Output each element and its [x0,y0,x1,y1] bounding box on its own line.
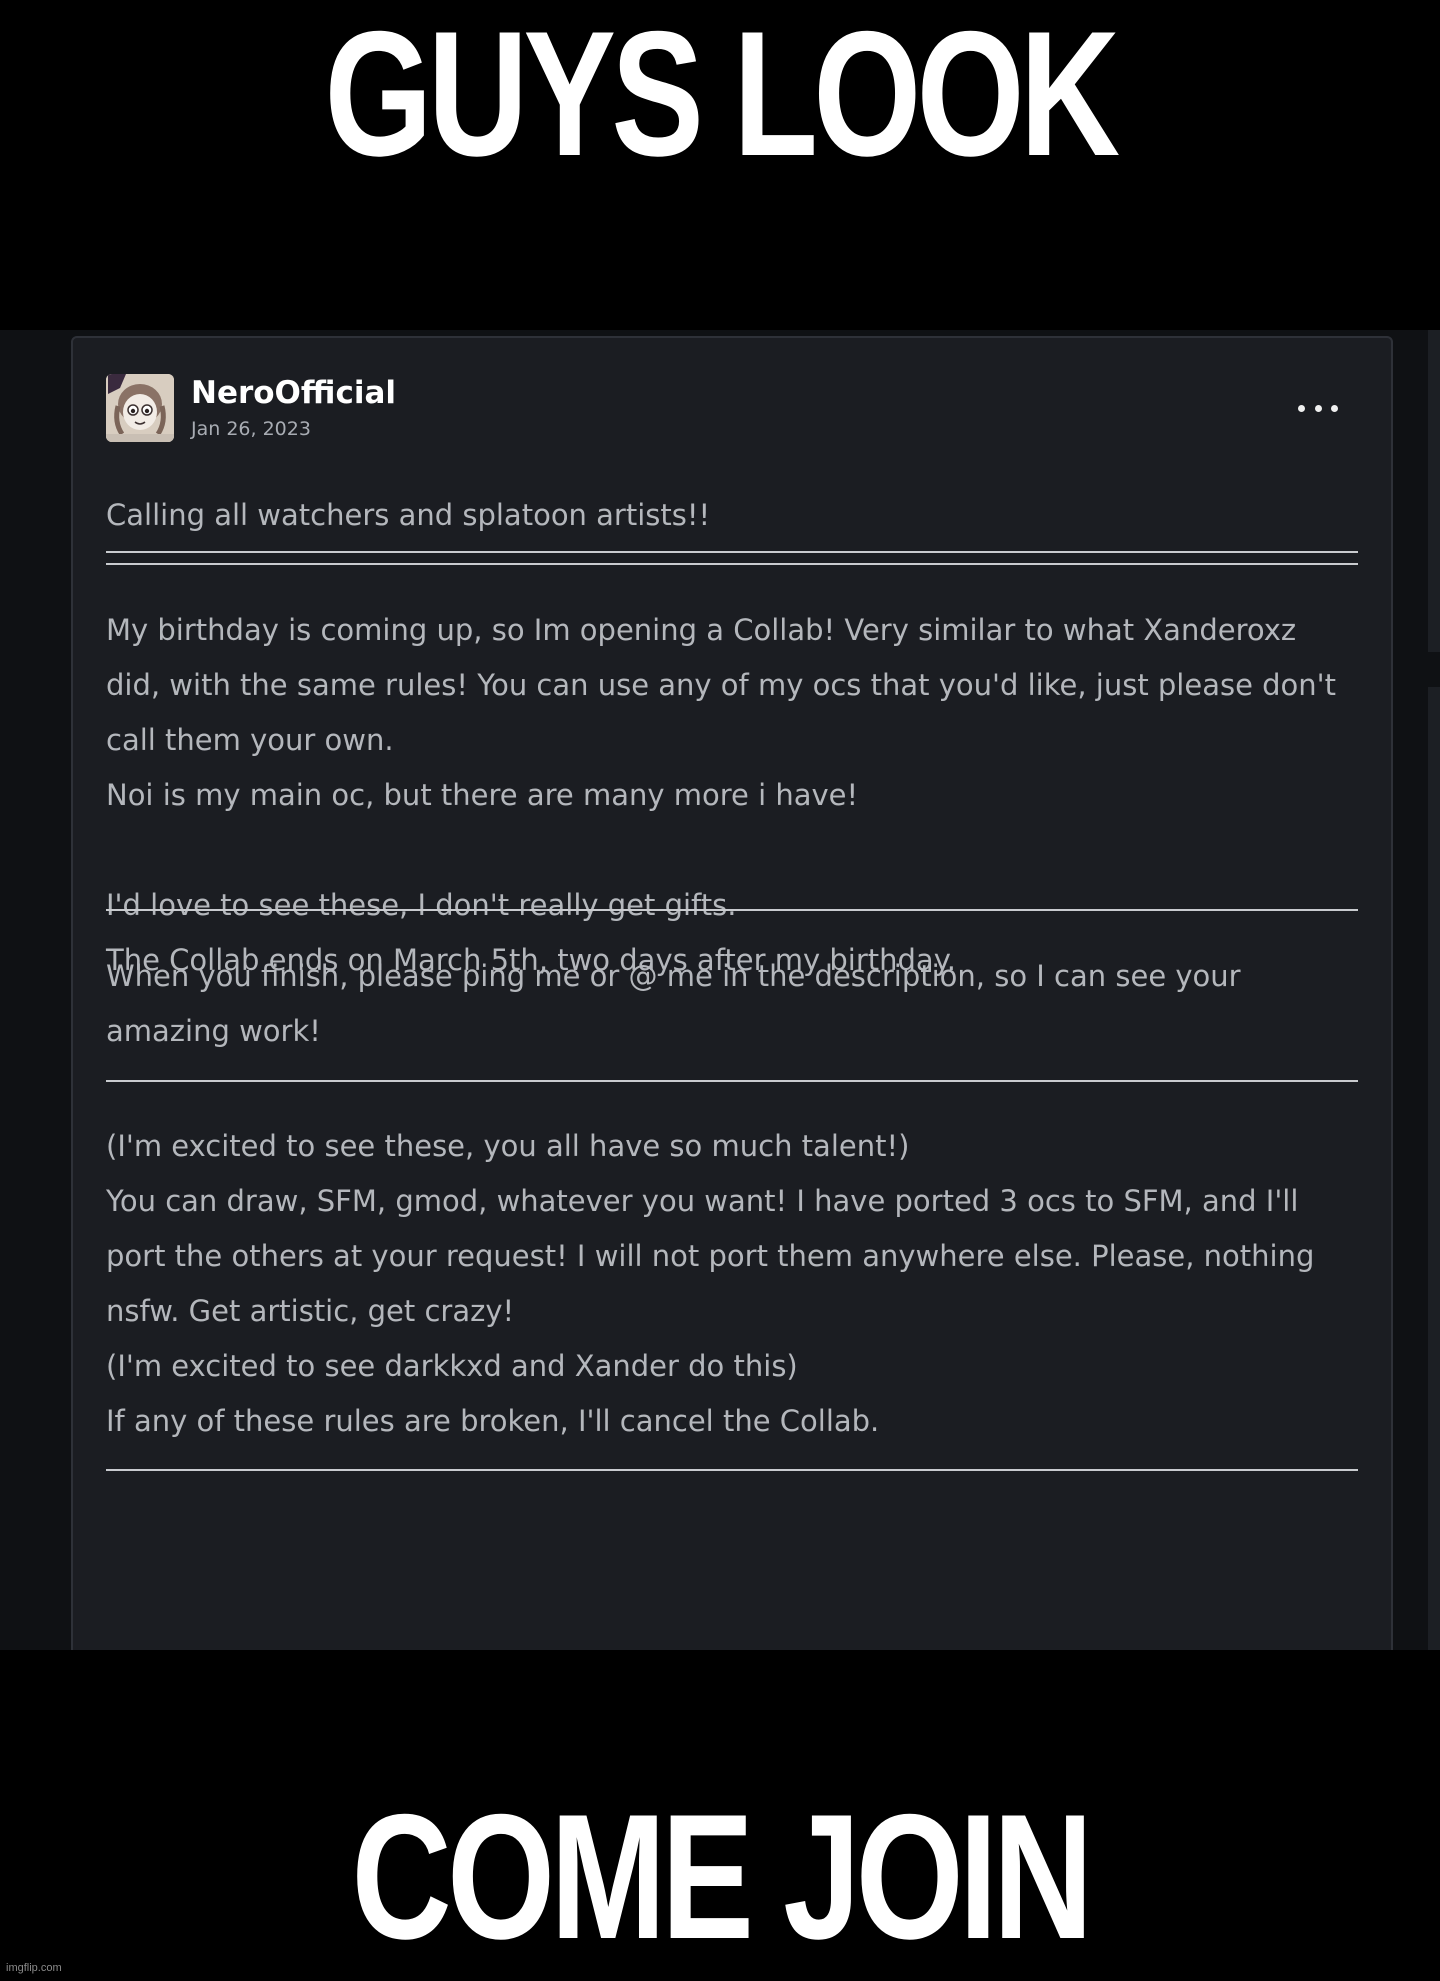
post-date: Jan 26, 2023 [191,418,311,440]
divider [106,909,1358,911]
bottom-caption: COME JOIN [351,1777,1093,1976]
post-section-1: My birthday is coming up, so Im opening … [106,613,1337,977]
more-options-button[interactable] [1298,396,1338,420]
scrollbar-track[interactable] [1428,687,1440,1650]
avatar-image-icon [106,374,174,442]
post-card: NeroOfficial Jan 26, 2023 Calling all wa… [71,336,1393,1650]
watermark: imgflip.com [6,1962,62,1974]
divider [106,1080,1358,1082]
post-intro: Calling all watchers and splatoon artist… [106,498,711,532]
divider [106,563,1358,565]
author-name[interactable]: NeroOfficial [191,374,396,412]
divider [106,551,1358,553]
screenshot-frame: NeroOfficial Jan 26, 2023 Calling all wa… [0,330,1440,1650]
more-options-icon [1314,404,1322,412]
post-section-2: When you finish, please ping me or @ me … [106,959,1241,1048]
more-options-icon [1298,404,1305,412]
post-section-3: (I'm excited to see these, you all have … [106,1129,1315,1438]
post-header: NeroOfficial Jan 26, 2023 [106,374,1358,444]
avatar[interactable] [106,374,174,442]
more-options-icon [1331,404,1338,412]
scrollbar-track[interactable] [1428,330,1440,652]
top-caption: GUYS LOOK [324,0,1121,193]
divider [106,1469,1358,1471]
